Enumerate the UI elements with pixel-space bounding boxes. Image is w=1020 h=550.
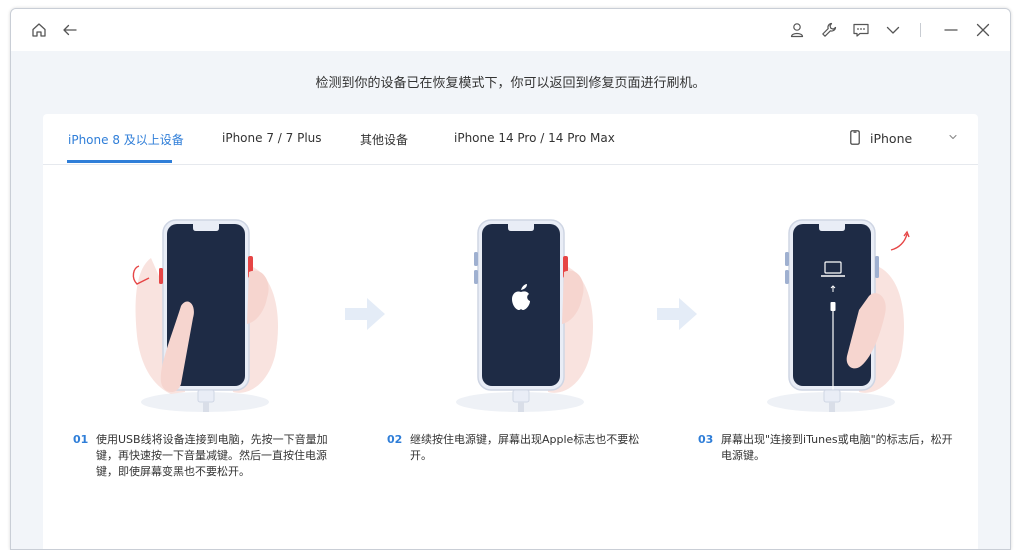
instruction-panel: iPhone 8 及以上设备 iPhone 7 / 7 Plus 其他设备 iP… — [43, 114, 978, 549]
wrench-icon[interactable] — [820, 21, 838, 39]
app-window: 检测到你的设备已在恢复模式下，你可以返回到修复页面进行刷机。 iPhone 8 … — [10, 8, 1011, 550]
tab-iphone-7[interactable]: iPhone 7 / 7 Plus — [222, 131, 322, 145]
step-description: 继续按住电源键，屏幕出现Apple标志也不要松 开。 — [410, 433, 640, 462]
phone-icon — [850, 130, 860, 145]
title-bar — [11, 9, 1010, 51]
step-description: 使用USB线将设备连接到电脑，先按一下音量加 键，再快速按一下音量减键。然后一直… — [96, 433, 328, 478]
message-icon[interactable] — [852, 21, 870, 39]
arrow-right-icon — [657, 298, 697, 330]
chevron-down-icon — [949, 134, 957, 140]
home-icon[interactable] — [30, 21, 48, 39]
step-1-illustration — [132, 219, 278, 412]
step-number: 03 — [698, 433, 714, 446]
device-tabs: iPhone 8 及以上设备 iPhone 7 / 7 Plus 其他设备 iP… — [43, 114, 978, 165]
step-number: 01 — [73, 433, 89, 446]
step-3-illustration — [767, 219, 910, 412]
chevron-down-icon[interactable] — [884, 21, 902, 39]
minimize-icon[interactable] — [942, 21, 960, 39]
user-icon[interactable] — [788, 21, 806, 39]
active-tab-indicator — [67, 160, 172, 163]
tab-iphone-8-and-later[interactable]: iPhone 8 及以上设备 — [68, 131, 184, 148]
back-icon[interactable] — [61, 21, 79, 39]
step-number: 02 — [387, 433, 403, 446]
arrow-right-icon — [345, 298, 385, 330]
tab-iphone-14-pro[interactable]: iPhone 14 Pro / 14 Pro Max — [454, 131, 615, 145]
step-2-illustration — [456, 219, 593, 412]
step-description: 屏幕出现"连接到iTunes或电脑"的标志后，松开 电源键。 — [721, 433, 953, 462]
device-dropdown-value: iPhone — [870, 131, 913, 146]
recovery-mode-notice: 检测到你的设备已在恢复模式下，你可以返回到修复页面进行刷机。 — [315, 76, 706, 91]
titlebar-divider — [920, 23, 921, 37]
tab-other-devices[interactable]: 其他设备 — [360, 131, 408, 148]
close-icon[interactable] — [974, 21, 992, 39]
